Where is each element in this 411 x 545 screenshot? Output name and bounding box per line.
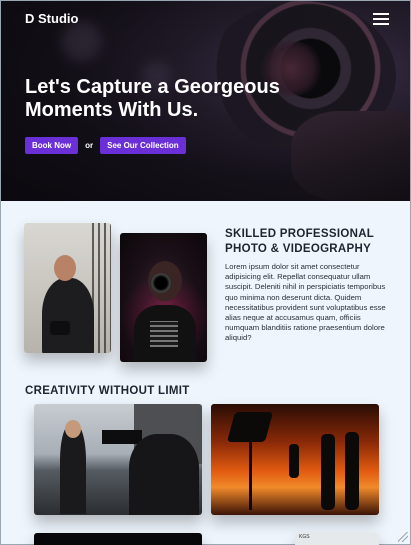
book-now-button[interactable]: Book Now	[25, 137, 79, 154]
gallery-title: CREATIVITY WITHOUT LIMIT	[25, 385, 190, 397]
gallery-image-dark[interactable]	[34, 533, 202, 545]
photographer-camera-image	[120, 233, 207, 362]
resize-handle-icon[interactable]	[398, 532, 408, 542]
hamburger-menu-icon[interactable]	[373, 13, 389, 25]
gallery-image-studio[interactable]	[211, 404, 379, 515]
about-title: SKILLED PROFESSIONAL PHOTO & VIDEOGRAPHY	[225, 228, 374, 255]
gallery-image-banner[interactable]: KGS	[295, 533, 379, 545]
about-text: Lorem ipsum dolor sit amet consectetur a…	[225, 262, 386, 343]
see-collection-button[interactable]: See Our Collection	[100, 137, 186, 154]
photographer-portrait-image	[24, 223, 111, 353]
hero-title: Let's Capture a Georgeous Moments With U…	[25, 76, 280, 121]
hero-actions: Book Now or See Our Collection	[25, 137, 186, 154]
or-separator: or	[85, 141, 94, 150]
hero-section: D Studio Let's Capture a Georgeous Momen…	[1, 1, 410, 201]
brand-logo[interactable]: D Studio	[25, 11, 78, 26]
gallery-image-photoshoot[interactable]	[34, 404, 202, 515]
banner-text: KGS	[299, 534, 310, 540]
